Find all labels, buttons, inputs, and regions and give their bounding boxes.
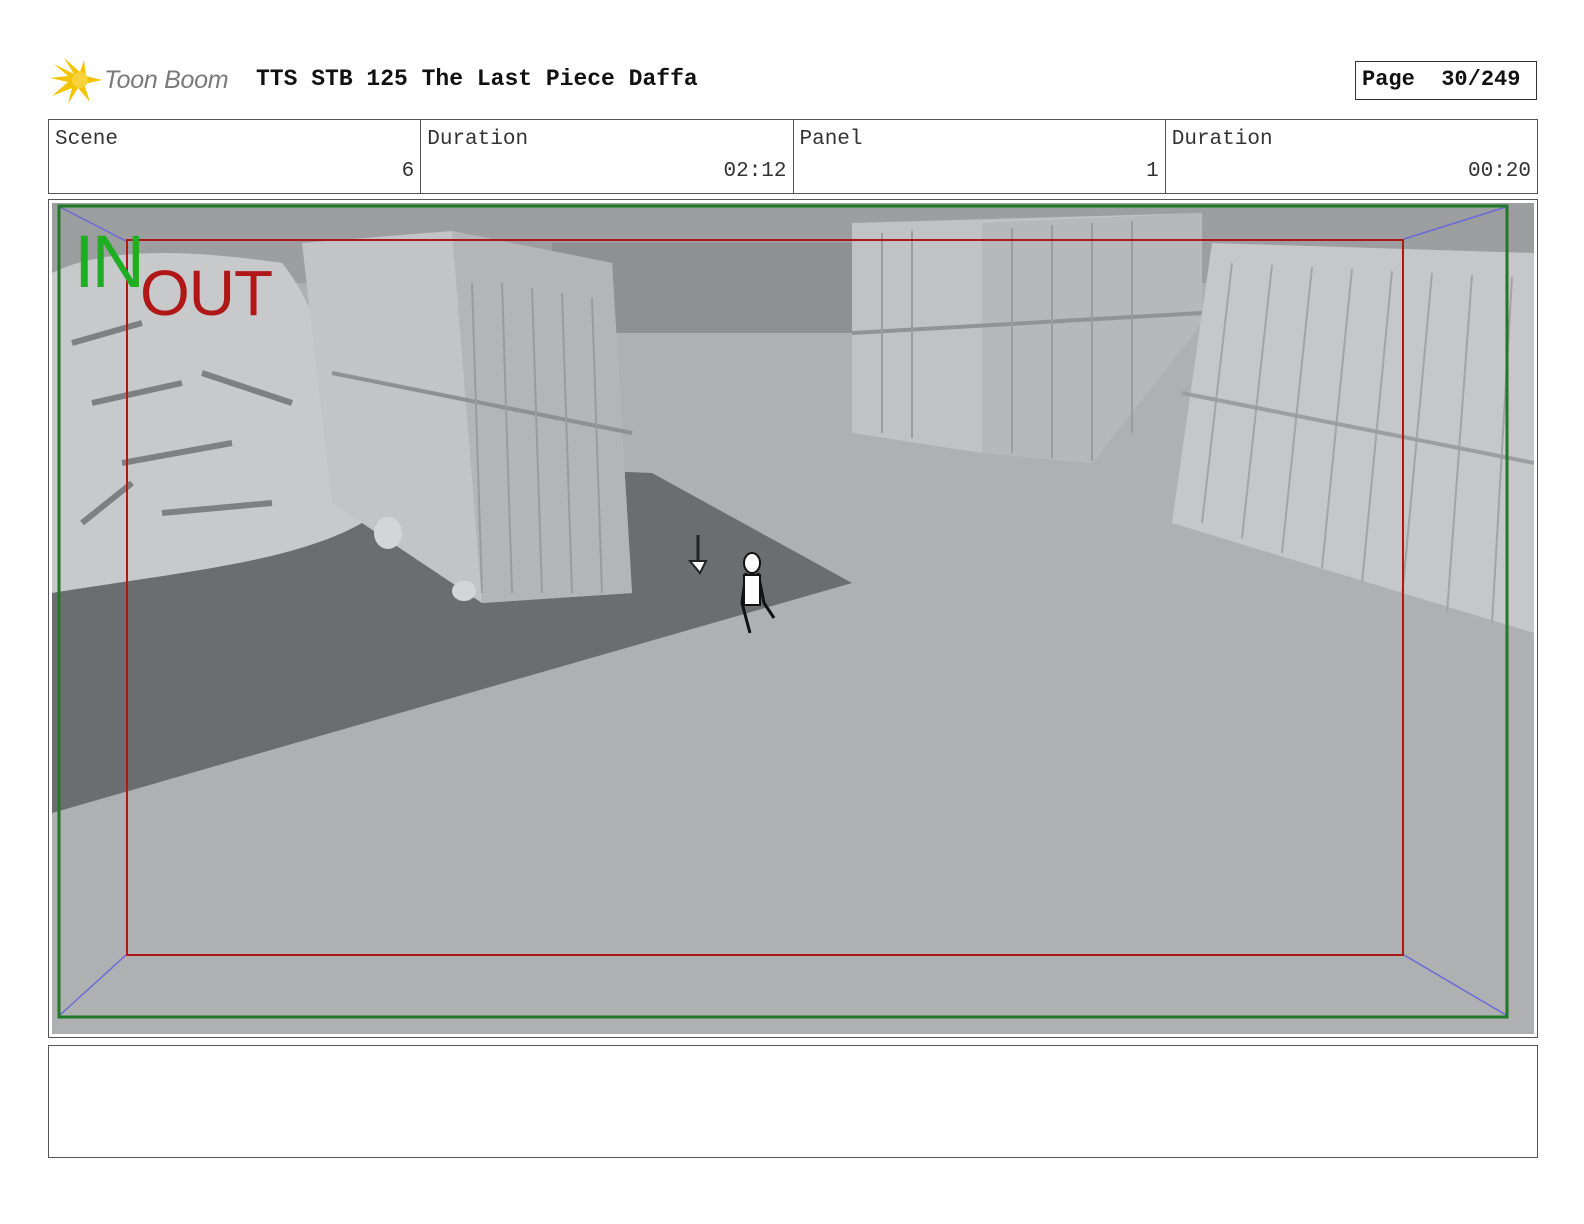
scene-value: 6 <box>401 160 415 183</box>
scene-info-table: Scene 6 Duration 02:12 Panel 1 Duration … <box>48 119 1538 194</box>
storyboard-panel-image: IN OUT <box>52 203 1534 1034</box>
panel-value: 1 <box>1146 160 1159 183</box>
in-label: IN <box>74 220 145 303</box>
panel-cell: Panel 1 <box>794 120 1166 193</box>
scene-cell: Scene 6 <box>49 120 422 193</box>
starburst-icon <box>50 58 102 104</box>
scene-render <box>52 203 1534 1034</box>
logo-text: Toon Boom <box>104 66 229 94</box>
panel-duration-cell: Duration 00:20 <box>1166 120 1537 193</box>
scene-duration-cell: Duration 02:12 <box>421 120 794 193</box>
panel-label: Panel <box>799 128 863 151</box>
scene-duration-value: 02:12 <box>723 160 787 183</box>
scene-duration-label: Duration <box>427 128 529 151</box>
notes-box[interactable] <box>48 1045 1538 1158</box>
document-title: TTS STB 125 The Last Piece Daffa <box>256 66 698 92</box>
scene-label: Scene <box>55 128 119 151</box>
page-indicator: Page 30/249 <box>1355 61 1537 100</box>
panel-duration-value: 00:20 <box>1467 160 1531 183</box>
out-label: OUT <box>140 257 273 329</box>
panel-duration-label: Duration <box>1171 128 1273 151</box>
toon-boom-logo: Toon Boom <box>50 56 240 106</box>
